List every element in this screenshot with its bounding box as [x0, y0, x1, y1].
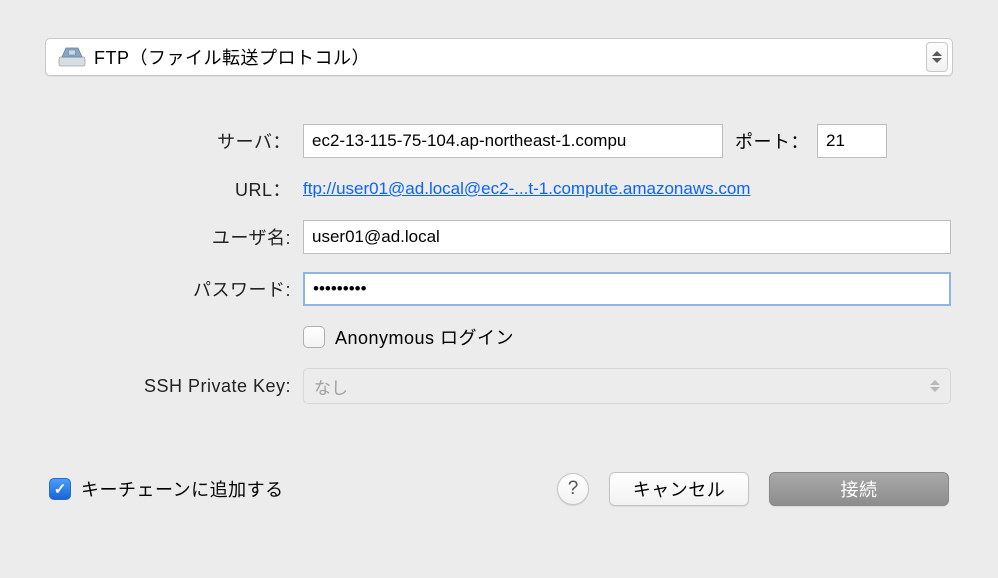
- server-input[interactable]: [303, 124, 723, 158]
- password-input[interactable]: [303, 272, 951, 306]
- url-label: URL：: [45, 176, 303, 202]
- username-label: ユーザ名:: [45, 224, 303, 250]
- footer: ✓ キーチェーンに追加する ? キャンセル 接続: [45, 472, 953, 506]
- dropdown-stepper-icon: [924, 371, 946, 401]
- anonymous-label: Anonymous ログイン: [335, 324, 514, 350]
- protocol-label: FTP（ファイル転送プロトコル）: [94, 44, 926, 70]
- check-icon: ✓: [54, 480, 67, 498]
- help-button[interactable]: ?: [557, 473, 589, 505]
- sshkey-label: SSH Private Key:: [45, 376, 303, 397]
- dropdown-stepper-icon[interactable]: [926, 42, 948, 72]
- password-label: パスワード:: [45, 276, 303, 302]
- sshkey-select: なし: [303, 368, 951, 404]
- keychain-label: キーチェーンに追加する: [81, 476, 284, 502]
- sshkey-placeholder: なし: [314, 374, 924, 399]
- username-input[interactable]: [303, 220, 951, 254]
- disk-icon: [58, 46, 86, 68]
- connect-button[interactable]: 接続: [769, 472, 949, 506]
- keychain-checkbox[interactable]: ✓: [49, 478, 71, 500]
- cancel-button[interactable]: キャンセル: [609, 472, 749, 506]
- url-link[interactable]: ftp://user01@ad.local@ec2-...t-1.compute…: [303, 179, 750, 199]
- port-input[interactable]: [817, 124, 887, 158]
- connection-dialog: FTP（ファイル転送プロトコル） サーバ： ポート： URL： ftp://us…: [0, 0, 998, 534]
- server-label: サーバ：: [45, 128, 303, 154]
- protocol-select[interactable]: FTP（ファイル転送プロトコル）: [45, 38, 953, 76]
- anonymous-checkbox[interactable]: [303, 326, 325, 348]
- form-area: サーバ： ポート： URL： ftp://user01@ad.local@ec2…: [45, 124, 953, 404]
- port-label: ポート：: [735, 128, 809, 154]
